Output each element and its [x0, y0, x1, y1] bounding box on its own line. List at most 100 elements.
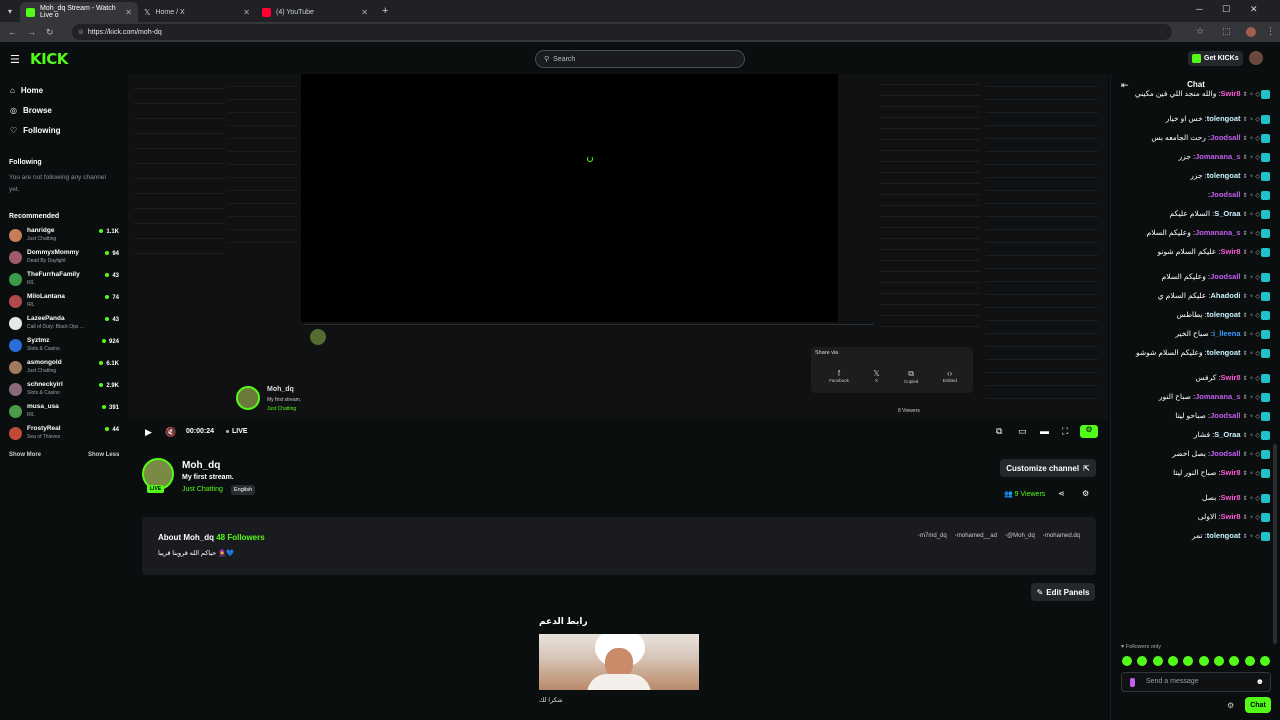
emote-icon[interactable]	[1213, 656, 1224, 666]
forward-icon[interactable]: →	[27, 27, 36, 37]
recommended-channel[interactable]: MiloLantana IRL 74	[9, 292, 121, 312]
recommended-channel[interactable]: Syztmz Slots & Casino 924	[9, 336, 121, 356]
emote-icon[interactable]	[1122, 656, 1132, 666]
tab-search-icon[interactable]: ▾	[0, 7, 20, 16]
send-chat-button[interactable]: Chat	[1245, 697, 1271, 713]
chat-username[interactable]: tolengoat	[1207, 310, 1241, 319]
chat-username[interactable]: Joodsall	[1210, 449, 1240, 458]
chat-username[interactable]: Swir8	[1221, 512, 1241, 521]
stream-video-area[interactable]	[301, 74, 838, 322]
fullscreen-icon[interactable]: ⛶	[1062, 426, 1068, 437]
chat-settings-icon[interactable]: ⚙	[1227, 701, 1234, 710]
profile-avatar[interactable]	[1246, 27, 1256, 37]
show-less-link[interactable]: Show Less	[88, 452, 119, 458]
social-link[interactable]: ◦@Moh_dq	[1005, 533, 1035, 539]
video-player[interactable]: Share via f Facebook 𝕏 X ⧉ Copied ‹› Embed Moh_…	[128, 74, 1108, 446]
chat-username[interactable]: Swir8	[1221, 493, 1241, 502]
social-link[interactable]: ◦m7md_dq	[918, 533, 947, 539]
chat-username[interactable]: S_Oraa	[1214, 209, 1240, 218]
share-option-x[interactable]: 𝕏X	[873, 369, 879, 384]
share-option-copied[interactable]: ⧉ Copied	[904, 369, 918, 384]
share-option-embed[interactable]: ‹› Embed	[943, 369, 957, 384]
site-info-icon[interactable]: ⊜	[78, 28, 84, 36]
chat-input[interactable]: Send a message ☻	[1121, 672, 1271, 692]
extensions-icon[interactable]: ⬚	[1222, 26, 1231, 37]
nav-home[interactable]: ⌂ Home	[10, 86, 43, 95]
social-link[interactable]: ◦mohamed.dq	[1043, 533, 1080, 539]
language-tag[interactable]: English	[231, 485, 256, 495]
nav-following[interactable]: ♡ Following	[10, 126, 61, 135]
pip-icon[interactable]: ⧉	[996, 426, 1002, 437]
chat-username[interactable]: Ahadodi	[1211, 291, 1241, 300]
emote-icon[interactable]	[1198, 656, 1209, 666]
mute-icon[interactable]: 🔇	[165, 427, 176, 438]
theater-mode-icon[interactable]: ▬	[1040, 426, 1049, 436]
browser-tab-kick[interactable]: Moh_dq Stream - Watch Live o ✕	[20, 2, 138, 22]
recommended-channel[interactable]: musa_usa IRL 391	[9, 402, 121, 422]
chat-username[interactable]: Joodsall	[1210, 133, 1240, 142]
user-avatar[interactable]	[1249, 51, 1263, 65]
chat-username[interactable]: S_Oraa	[1214, 430, 1240, 439]
back-icon[interactable]: ←	[8, 27, 17, 37]
url-field[interactable]: ⊜ https://kick.com/moh-dq	[72, 24, 1172, 40]
mini-player-icon[interactable]: ▭	[1018, 426, 1027, 437]
edit-panels-button[interactable]: ✎ Edit Panels	[1031, 583, 1095, 601]
settings-gear-icon[interactable]: ⚙	[1080, 425, 1098, 438]
chat-username[interactable]: Joodsall	[1210, 272, 1240, 281]
chat-username[interactable]: Swir8	[1221, 89, 1241, 98]
nav-browse[interactable]: ◎ Browse	[10, 106, 52, 115]
chat-username[interactable]: tolengoat	[1207, 531, 1241, 540]
recommended-channel[interactable]: LazeePanda Call of Duty: Black Ops ... 43	[9, 314, 121, 334]
close-tab-icon[interactable]: ✕	[361, 8, 368, 17]
play-icon[interactable]: ▶	[145, 427, 152, 438]
browser-tab-x[interactable]: 𝕏 Home / X ✕	[138, 2, 256, 22]
recommended-channel[interactable]: schneckyirl Slots & Casino 2.9K	[9, 380, 121, 400]
reload-icon[interactable]: ↻	[46, 27, 54, 38]
window-close-icon[interactable]: ✕	[1250, 4, 1258, 15]
emoji-picker-icon[interactable]: ☻	[1256, 677, 1264, 686]
chat-username[interactable]: Jomanana_s	[1195, 392, 1240, 401]
social-link[interactable]: ◦mohamed__ad	[955, 533, 997, 539]
share-icon[interactable]: ⋖	[1058, 489, 1065, 498]
recommended-channel[interactable]: TheFurrhaFamily IRL 43	[9, 270, 121, 290]
chat-username[interactable]: Swir8	[1221, 247, 1241, 256]
emote-icon[interactable]	[1167, 656, 1178, 666]
chat-username[interactable]: tolengoat	[1207, 114, 1241, 123]
chat-username[interactable]: Joodsall	[1210, 190, 1240, 199]
show-more-link[interactable]: Show More	[9, 452, 41, 458]
chat-scrollbar[interactable]	[1273, 444, 1277, 644]
channel-name[interactable]: Moh_dq	[182, 460, 220, 471]
support-panel-image[interactable]	[539, 634, 699, 690]
emote-icon[interactable]	[1259, 656, 1270, 666]
chat-username[interactable]: i_lleena	[1213, 329, 1241, 338]
chat-username[interactable]: Jomanana_s	[1195, 152, 1240, 161]
close-tab-icon[interactable]: ✕	[125, 8, 132, 17]
hamburger-menu-icon[interactable]: ☰	[10, 53, 20, 66]
get-kicks-button[interactable]: Get KICKs	[1188, 51, 1243, 66]
emote-icon[interactable]	[1244, 656, 1255, 666]
close-tab-icon[interactable]: ✕	[243, 8, 250, 17]
new-tab-icon[interactable]: +	[382, 5, 388, 17]
browser-menu-icon[interactable]: ⋮	[1266, 26, 1275, 37]
kick-logo[interactable]: KICK	[30, 50, 68, 68]
recommended-channel[interactable]: hanridge Just Chatting 1.1K	[9, 226, 121, 246]
chat-username[interactable]: Swir8	[1221, 468, 1241, 477]
maximize-icon[interactable]: ☐	[1222, 4, 1230, 15]
user-settings-icon[interactable]: ⚙	[1082, 489, 1089, 498]
recommended-channel[interactable]: FrostyReal Sea of Thieves 44	[9, 424, 121, 444]
emote-icon[interactable]	[1183, 656, 1194, 666]
chat-identity-icon[interactable]	[1130, 678, 1135, 687]
chat-username[interactable]: tolengoat	[1207, 348, 1241, 357]
emote-icon[interactable]	[1229, 656, 1240, 666]
recommended-channel[interactable]: DommyxMommy Dead By Daylight 94	[9, 248, 121, 268]
recommended-channel[interactable]: asmongold Just Chatting 6.1K	[9, 358, 121, 378]
browser-tab-youtube[interactable]: (4) YouTube ✕	[256, 2, 374, 22]
customize-channel-button[interactable]: Customize channel ⇱	[1000, 459, 1096, 477]
chat-username[interactable]: Joodsall	[1210, 411, 1240, 420]
category-link[interactable]: Just Chatting	[182, 486, 223, 493]
emote-icon[interactable]	[1152, 656, 1163, 666]
emote-icon[interactable]	[1137, 656, 1148, 666]
share-option-facebook[interactable]: f Facebook	[829, 369, 849, 384]
chat-username[interactable]: Jomanana_s	[1195, 228, 1240, 237]
chat-username[interactable]: Swir8	[1221, 373, 1241, 382]
